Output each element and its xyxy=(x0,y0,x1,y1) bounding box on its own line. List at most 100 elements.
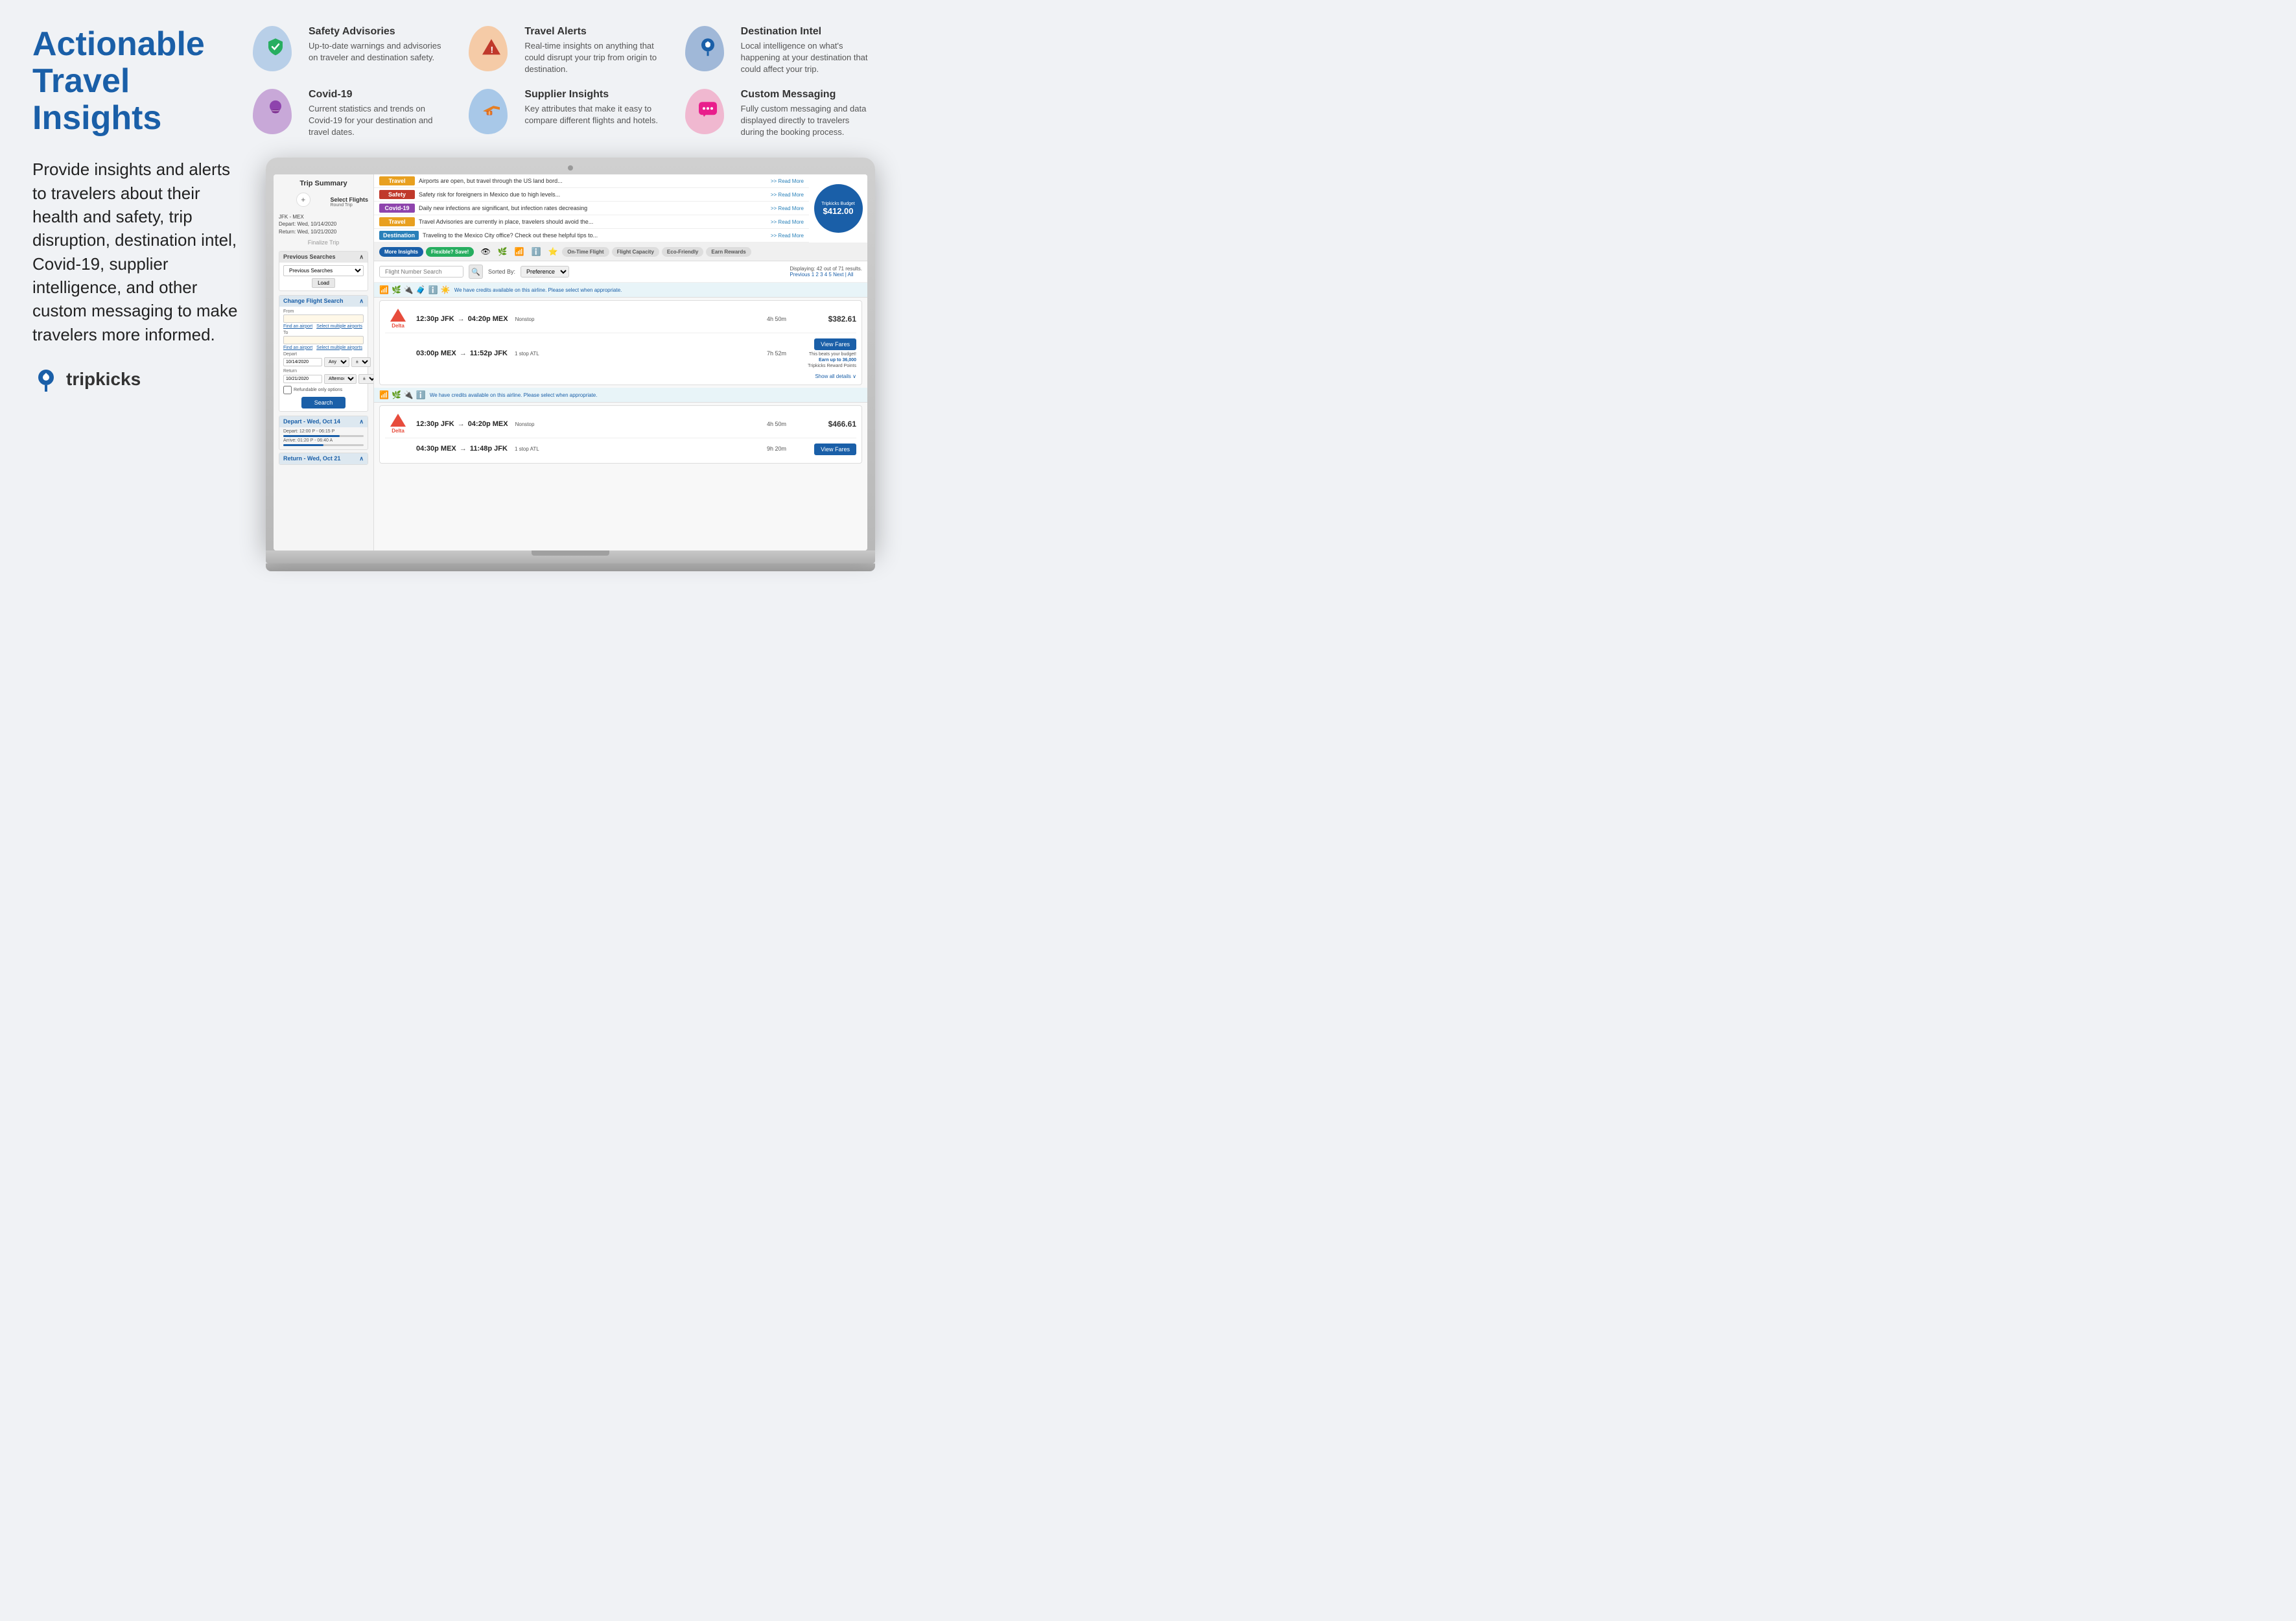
tab-eco-friendly[interactable]: Eco-Friendly xyxy=(662,247,703,257)
read-more-1[interactable]: >> Read More xyxy=(771,192,804,198)
read-more-0[interactable]: >> Read More xyxy=(771,178,804,184)
return-date-input[interactable] xyxy=(283,375,322,383)
mask-icon xyxy=(266,98,285,125)
sort-by-label: Sorted By: xyxy=(488,268,515,275)
top-section: Actionable Travel Insights xyxy=(32,26,875,138)
depart-date-row: Any ± 3 xyxy=(283,357,364,367)
alert-text-4: Traveling to the Mexico City office? Che… xyxy=(423,232,767,239)
tab-more-insights[interactable]: More Insights xyxy=(379,247,423,257)
credit-bar-text-2: We have credits available on this airlin… xyxy=(430,392,598,398)
svg-text:!: ! xyxy=(491,44,494,54)
depart-date-input[interactable] xyxy=(283,358,322,366)
select-multiple-link[interactable]: Select multiple airports xyxy=(316,324,362,329)
flight-action-area-2: View Fares xyxy=(791,442,856,455)
route-info: JFK - MEX Depart: Wed, 10/14/2020 Return… xyxy=(279,213,368,235)
select-multiple-link-2[interactable]: Select multiple airports xyxy=(316,346,362,350)
flight-card-1: Delta 12:30p JFK → 04:20p MEX Nonstop xyxy=(379,300,862,385)
read-more-3[interactable]: >> Read More xyxy=(771,219,804,225)
alerts-with-budget: Travel Airports are open, but travel thr… xyxy=(374,174,867,243)
feature-custom-messaging: Custom Messaging Fully custom messaging … xyxy=(685,89,875,139)
laptop-bottom xyxy=(266,563,875,571)
depart-filter-body: Depart: 12:00 P - 06:15 P Arrive: 01:20 … xyxy=(279,427,368,449)
tabs-row: More Insights Flexible? Save! 👁 🌿 📶 ℹ️ ⭐ xyxy=(374,243,867,261)
flight-outbound-detail-2: 12:30p JFK → 04:20p MEX Nonstop xyxy=(416,420,749,428)
to-airport-input[interactable] xyxy=(283,336,364,344)
bottom-section: Provide insights and alerts to travelers… xyxy=(32,158,875,571)
tab-flight-capacity[interactable]: Flight Capacity xyxy=(612,247,659,257)
find-airport-link-2[interactable]: Find an airport xyxy=(283,346,312,350)
alert-badge-4: Destination xyxy=(379,231,419,240)
alert-badge-0: Travel xyxy=(379,176,415,185)
search-flights-btn[interactable]: Search xyxy=(301,397,346,408)
flight-row-return-1: 03:00p MEX → 11:52p JFK 1 stop ATL 7h 52… xyxy=(385,335,856,372)
read-more-4[interactable]: >> Read More xyxy=(771,233,804,239)
sort-preference-select[interactable]: Preference xyxy=(521,266,569,278)
supplier-insights-icon-wrap xyxy=(469,89,514,134)
depart-slider-fill xyxy=(283,435,340,437)
arrive-slider[interactable] xyxy=(283,444,364,446)
wifi-icon: 📶 xyxy=(513,245,526,258)
alert-row-1: Safety Safety risk for foreigners in Mex… xyxy=(374,188,809,202)
refundable-row: Refundable only options xyxy=(283,386,364,394)
finalize-trip-link[interactable]: Finalize Trip xyxy=(279,239,368,246)
credit-bar-text-1: We have credits available on this airlin… xyxy=(454,287,622,293)
view-fares-btn-1[interactable]: View Fares xyxy=(814,338,856,350)
pagination-links[interactable]: Previous 1 2 3 4 5 Next | All xyxy=(790,272,853,278)
depart-pm-select[interactable]: ± 3 xyxy=(351,357,371,367)
flight-row-return-2: 04:30p MEX → 11:48p JFK 1 stop ATL 9h 20… xyxy=(385,440,856,458)
find-airport-link[interactable]: Find an airport xyxy=(283,324,312,329)
location-icon xyxy=(699,36,717,62)
feature-text-custom: Custom Messaging Fully custom messaging … xyxy=(741,89,875,139)
previous-searches-select[interactable]: Previous Searches xyxy=(283,265,364,276)
results-info: Displaying: 42 out of 71 results. Previo… xyxy=(790,266,862,278)
leaf-icon: 🌿 xyxy=(496,245,509,258)
flight-search-btn[interactable]: 🔍 xyxy=(469,265,483,279)
leaf-indicator-icon: 🌿 xyxy=(392,285,401,294)
return-pm-select[interactable]: ± 3 xyxy=(358,374,374,384)
refundable-checkbox[interactable] xyxy=(283,386,292,394)
flights-area: 📶 🌿 🔌 🧳 ℹ️ ☀️ We have credits available … xyxy=(374,283,867,550)
outbound-duration-2: 4h 50m xyxy=(754,421,786,427)
tab-flexible-save[interactable]: Flexible? Save! xyxy=(426,247,474,257)
alert-text-0: Airports are open, but travel through th… xyxy=(419,178,767,184)
depart-label: Depart xyxy=(283,352,364,357)
outbound-stops-2: Nonstop xyxy=(515,421,535,427)
laptop-camera xyxy=(568,165,573,171)
logo-area: tripkicks xyxy=(32,366,240,393)
alert-text-2: Daily new infections are significant, bu… xyxy=(419,205,767,211)
credit-icons-1: 📶 🌿 🔌 🧳 ℹ️ ☀️ xyxy=(379,285,451,294)
sidebar: Trip Summary + Select Flights Round Trip xyxy=(274,174,374,550)
credit-bar-1: 📶 🌿 🔌 🧳 ℹ️ ☀️ We have credits available … xyxy=(374,283,867,298)
outbound-stops-1: Nonstop xyxy=(515,316,535,322)
return-label: Return xyxy=(283,369,364,373)
plane-luggage-icon xyxy=(480,101,502,123)
depart-time-select[interactable]: Any xyxy=(324,357,349,367)
feature-text-destination: Destination Intel Local intelligence on … xyxy=(741,26,875,76)
plug-indicator-icon-2: 🔌 xyxy=(404,390,414,399)
return-times-1: 03:00p MEX → 11:52p JFK xyxy=(416,349,510,357)
credit-bar-2: 📶 🌿 🔌 ℹ️ We have credits available on th… xyxy=(374,388,867,403)
outbound-times-2: 12:30p JFK → 04:20p MEX xyxy=(416,420,510,428)
tab-on-time-flight[interactable]: On-Time Flight xyxy=(562,247,609,257)
read-more-2[interactable]: >> Read More xyxy=(771,206,804,211)
destination-intel-icon-wrap xyxy=(685,26,731,71)
return-duration-1: 7h 52m xyxy=(754,350,786,357)
return-stops-1: 1 stop ATL xyxy=(515,351,539,357)
main-content: Travel Airports are open, but travel thr… xyxy=(374,174,867,550)
flight-number-search-input[interactable] xyxy=(379,266,463,278)
select-flights-btn[interactable]: + xyxy=(296,193,310,207)
credit-icons-2: 📶 🌿 🔌 ℹ️ xyxy=(379,390,426,399)
load-search-btn[interactable]: Load xyxy=(312,278,335,288)
show-details-1[interactable]: Show all details ∨ xyxy=(385,372,856,379)
view-fares-btn-2[interactable]: View Fares xyxy=(814,444,856,455)
laptop-wrap: Trip Summary + Select Flights Round Trip xyxy=(266,158,875,571)
return-time-select[interactable]: Afternoo xyxy=(324,374,357,384)
laptop-screen: Trip Summary + Select Flights Round Trip xyxy=(274,174,867,550)
flight-outbound-detail-1: 12:30p JFK → 04:20p MEX Nonstop xyxy=(416,315,749,323)
chat-bubble-icon xyxy=(697,101,718,123)
tab-earn-rewards[interactable]: Earn Rewards xyxy=(706,247,751,257)
alerts-panel: Travel Airports are open, but travel thr… xyxy=(374,174,867,243)
alert-badge-3: Travel xyxy=(379,217,415,226)
depart-slider[interactable] xyxy=(283,435,364,437)
from-airport-input[interactable] xyxy=(283,314,364,323)
